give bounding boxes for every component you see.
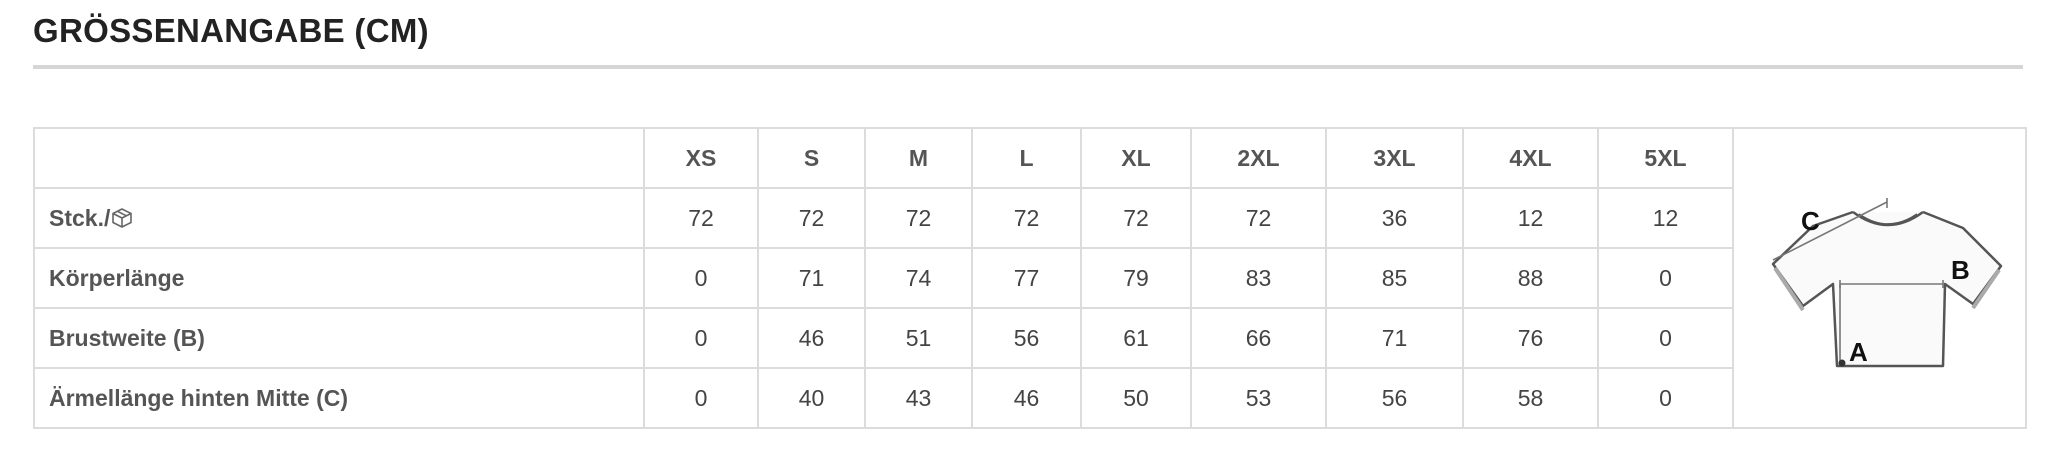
table-cell: 0 <box>643 247 759 309</box>
table-cell: 58 <box>1462 367 1599 429</box>
diagram-label-b: B <box>1951 255 1970 285</box>
table-cell: 72 <box>1080 187 1192 249</box>
table-cell: 72 <box>643 187 759 249</box>
table-cell: 0 <box>1597 367 1734 429</box>
size-header: XL <box>1080 127 1192 189</box>
size-header: 5XL <box>1597 127 1734 189</box>
table-cell: 12 <box>1597 187 1734 249</box>
table-cell: 0 <box>643 367 759 429</box>
table-cell: 76 <box>1462 307 1599 369</box>
row-label: Ärmellänge hinten Mitte (C) <box>33 367 645 429</box>
table-cell: 43 <box>864 367 973 429</box>
table-cell: 40 <box>757 367 866 429</box>
table-cell: 53 <box>1190 367 1327 429</box>
table-cell: 71 <box>757 247 866 309</box>
table-cell: 12 <box>1462 187 1599 249</box>
size-header: S <box>757 127 866 189</box>
row-label-text: Stck./ <box>49 204 111 231</box>
size-header: M <box>864 127 973 189</box>
table-cell: 72 <box>864 187 973 249</box>
size-header-row: XS S M L XL 2XL 3XL 4XL 5XL C B A <box>33 127 2027 429</box>
table-cell: 46 <box>757 307 866 369</box>
table-row: Ärmellänge hinten Mitte (C) 0 40 43 46 5… <box>33 367 2026 429</box>
size-header: 4XL <box>1462 127 1599 189</box>
table-row: Stck./ 72 72 72 72 72 72 36 12 12 <box>33 187 2026 249</box>
table-cell: 51 <box>864 307 973 369</box>
size-table: XS S M L XL 2XL 3XL 4XL 5XL C B A Stck./… <box>33 127 2027 429</box>
table-cell: 85 <box>1325 247 1464 309</box>
row-label: Körperlänge <box>33 247 645 309</box>
tshirt-measurement-diagram: C B A <box>1771 197 2002 367</box>
table-cell: 88 <box>1462 247 1599 309</box>
row-label: Brustweite (B) <box>33 307 645 369</box>
row-label: Stck./ <box>33 187 645 249</box>
size-header: 3XL <box>1325 127 1464 189</box>
table-cell: 72 <box>757 187 866 249</box>
table-cell: 61 <box>1080 307 1192 369</box>
header-empty-cell <box>33 127 645 189</box>
table-cell: 36 <box>1325 187 1464 249</box>
table-cell: 66 <box>1190 307 1327 369</box>
size-header: 2XL <box>1190 127 1327 189</box>
table-cell: 71 <box>1325 307 1464 369</box>
table-row: Brustweite (B) 0 46 51 56 61 66 71 76 0 <box>33 307 2026 369</box>
table-cell: 0 <box>1597 307 1734 369</box>
diagram-label-a: A <box>1849 337 1868 367</box>
table-cell: 50 <box>1080 367 1192 429</box>
diagram-label-c: C <box>1801 206 1820 236</box>
table-cell: 56 <box>971 307 1082 369</box>
size-header: L <box>971 127 1082 189</box>
table-row: Körperlänge 0 71 74 77 79 83 85 88 0 <box>33 247 2026 309</box>
table-cell: 0 <box>643 307 759 369</box>
table-cell: 83 <box>1190 247 1327 309</box>
table-cell: 74 <box>864 247 973 309</box>
title-divider <box>33 65 2023 69</box>
box-icon <box>112 207 133 228</box>
table-cell: 56 <box>1325 367 1464 429</box>
table-cell: 46 <box>971 367 1082 429</box>
size-header: XS <box>643 127 759 189</box>
table-cell: 79 <box>1080 247 1192 309</box>
table-cell: 77 <box>971 247 1082 309</box>
table-cell: 72 <box>971 187 1082 249</box>
page-title: GRÖSSENANGABE (CM) <box>33 12 429 49</box>
table-cell: 0 <box>1597 247 1734 309</box>
table-cell: 72 <box>1190 187 1327 249</box>
diagram-cell: C B A <box>1732 127 2027 429</box>
